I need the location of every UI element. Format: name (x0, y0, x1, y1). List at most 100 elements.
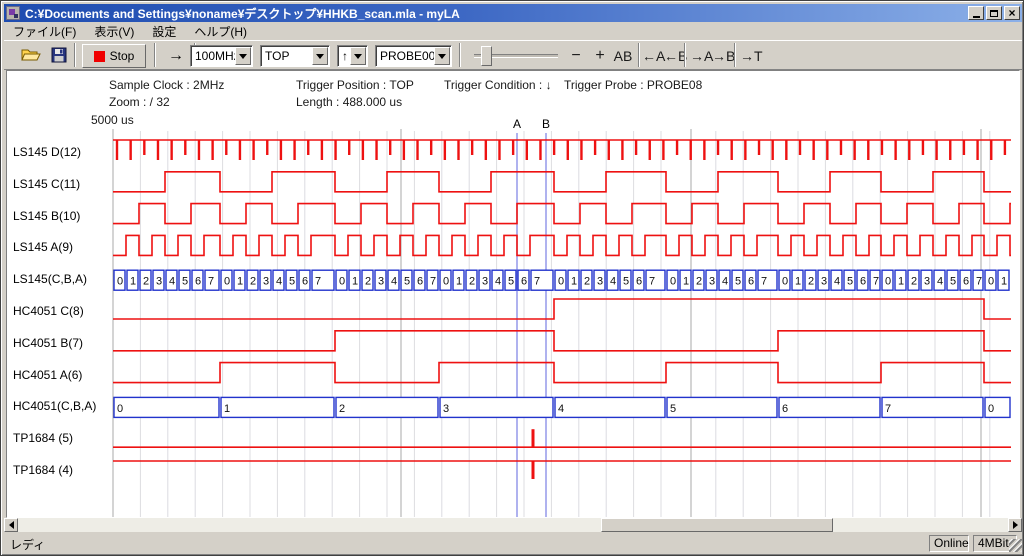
svg-text:7: 7 (430, 276, 436, 288)
svg-text:2: 2 (250, 276, 256, 288)
svg-text:3: 3 (924, 276, 930, 288)
svg-text:0: 0 (782, 276, 788, 288)
signal-label: LS145 C(11) (13, 177, 80, 191)
signal-label: HC4051 B(7) (13, 336, 83, 350)
svg-text:6: 6 (963, 276, 969, 288)
cursor-b-label[interactable]: B (540, 117, 552, 131)
arrow-left-icon (9, 521, 14, 529)
svg-text:5: 5 (404, 276, 410, 288)
signal-label: LS145 A(9) (13, 240, 73, 254)
svg-text:1: 1 (898, 276, 904, 288)
svg-text:2: 2 (808, 276, 814, 288)
svg-text:4: 4 (276, 276, 282, 288)
svg-text:6: 6 (748, 276, 754, 288)
svg-text:0: 0 (670, 276, 676, 288)
svg-text:1: 1 (1001, 276, 1007, 288)
svg-text:6: 6 (417, 276, 423, 288)
svg-text:5: 5 (508, 276, 514, 288)
svg-text:1: 1 (352, 276, 358, 288)
timeline-scale-label: 5000 us (91, 113, 134, 127)
svg-text:0: 0 (988, 276, 994, 288)
svg-text:4: 4 (391, 276, 397, 288)
svg-text:3: 3 (597, 276, 603, 288)
svg-text:5: 5 (950, 276, 956, 288)
scroll-left-button[interactable] (4, 518, 18, 532)
svg-text:4: 4 (495, 276, 501, 288)
svg-text:1: 1 (571, 276, 577, 288)
svg-text:3: 3 (263, 276, 269, 288)
svg-text:1: 1 (130, 276, 136, 288)
info-length: Length : 488.000 us (296, 95, 402, 109)
svg-text:5: 5 (670, 403, 676, 415)
app-window: C:¥Documents and Settings¥noname¥デスクトップ¥… (0, 0, 1024, 556)
svg-text:0: 0 (117, 403, 123, 415)
resize-grip[interactable] (1009, 539, 1022, 552)
svg-text:6: 6 (302, 276, 308, 288)
svg-text:3: 3 (709, 276, 715, 288)
signal-label: HC4051 C(8) (13, 304, 84, 318)
svg-text:1: 1 (683, 276, 689, 288)
svg-text:4: 4 (937, 276, 943, 288)
svg-text:7: 7 (976, 276, 982, 288)
signal-label: HC4051 A(6) (13, 368, 82, 382)
svg-text:0: 0 (558, 276, 564, 288)
svg-text:6: 6 (782, 403, 788, 415)
info-zoom: Zoom : / 32 (109, 95, 170, 109)
signal-label: TP1684 (5) (13, 431, 73, 445)
svg-text:4: 4 (610, 276, 616, 288)
svg-text:2: 2 (696, 276, 702, 288)
signal-label: TP1684 (4) (13, 463, 73, 477)
svg-text:5: 5 (735, 276, 741, 288)
scrollbar-thumb[interactable] (601, 518, 833, 532)
horizontal-scrollbar[interactable] (4, 518, 1022, 532)
scroll-right-button[interactable] (1008, 518, 1022, 532)
info-trigger-condition: Trigger Condition : ↓ (444, 78, 552, 92)
signal-label: HC4051(C,B,A) (13, 399, 96, 413)
svg-text:2: 2 (365, 276, 371, 288)
svg-text:7: 7 (873, 276, 879, 288)
svg-text:7: 7 (761, 276, 767, 288)
svg-text:0: 0 (117, 276, 123, 288)
svg-text:1: 1 (456, 276, 462, 288)
info-trigger-probe: Trigger Probe : PROBE08 (564, 78, 702, 92)
svg-text:5: 5 (182, 276, 188, 288)
svg-text:6: 6 (860, 276, 866, 288)
svg-text:0: 0 (443, 276, 449, 288)
signal-label: LS145 D(12) (13, 145, 81, 159)
svg-text:4: 4 (169, 276, 175, 288)
info-trigger-position: Trigger Position : TOP (296, 78, 414, 92)
svg-text:7: 7 (208, 276, 214, 288)
svg-text:0: 0 (988, 403, 994, 415)
svg-text:6: 6 (521, 276, 527, 288)
svg-text:2: 2 (469, 276, 475, 288)
svg-text:1: 1 (237, 276, 243, 288)
svg-text:2: 2 (584, 276, 590, 288)
svg-text:4: 4 (722, 276, 728, 288)
svg-text:6: 6 (195, 276, 201, 288)
svg-text:7: 7 (315, 276, 321, 288)
svg-text:2: 2 (143, 276, 149, 288)
svg-text:1: 1 (224, 403, 230, 415)
svg-text:3: 3 (443, 403, 449, 415)
svg-text:5: 5 (623, 276, 629, 288)
svg-text:5: 5 (289, 276, 295, 288)
svg-text:7: 7 (649, 276, 655, 288)
svg-text:6: 6 (636, 276, 642, 288)
svg-text:0: 0 (224, 276, 230, 288)
cursor-a-label[interactable]: A (511, 117, 523, 131)
svg-text:3: 3 (156, 276, 162, 288)
svg-text:2: 2 (911, 276, 917, 288)
signal-label: LS145(C,B,A) (13, 272, 87, 286)
signal-label: LS145 B(10) (13, 209, 80, 223)
info-sample-clock: Sample Clock : 2MHz (109, 78, 224, 92)
svg-text:3: 3 (821, 276, 827, 288)
svg-text:0: 0 (885, 276, 891, 288)
svg-text:1: 1 (795, 276, 801, 288)
svg-text:0: 0 (339, 276, 345, 288)
svg-text:7: 7 (885, 403, 891, 415)
svg-text:4: 4 (834, 276, 840, 288)
svg-text:3: 3 (482, 276, 488, 288)
svg-text:5: 5 (847, 276, 853, 288)
arrow-right-icon (1013, 521, 1018, 529)
svg-text:2: 2 (339, 403, 345, 415)
